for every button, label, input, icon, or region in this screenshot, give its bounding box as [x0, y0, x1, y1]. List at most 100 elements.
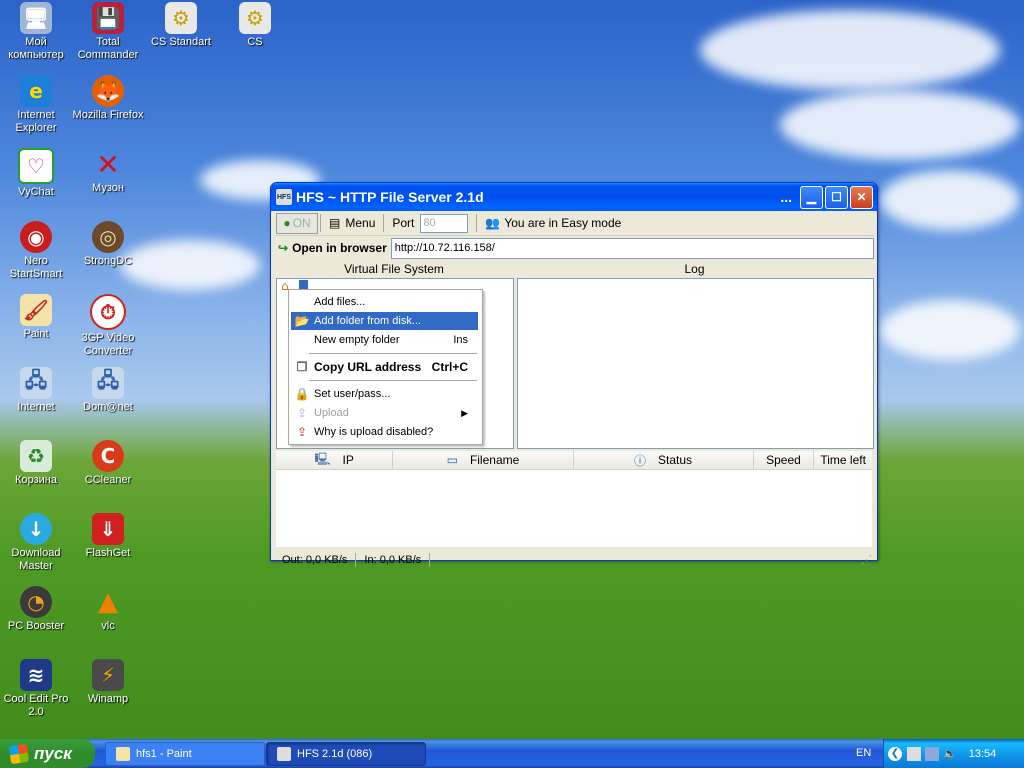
cool-edit-icon: ≋ [20, 659, 52, 691]
column-speed[interactable]: Speed [754, 451, 815, 469]
computer-icon: 🖳 [314, 451, 331, 466]
menu-separator [309, 353, 477, 354]
vfs-context-menu: Add files... 📂 Add folder from disk... N… [288, 289, 483, 445]
menu-item-add-files[interactable]: Add files... [291, 293, 478, 311]
desktop-icon-total-commander[interactable]: 💾 Total Commander [72, 2, 144, 62]
desktop-icon-winamp[interactable]: ⚡ Winamp [72, 659, 144, 706]
internet-explorer-icon: e [20, 75, 52, 107]
desktop-icon-label: Dom@net [83, 401, 133, 413]
open-in-browser-label: Open in browser [292, 241, 387, 255]
status-in: In: 0,0 KB/s [356, 552, 431, 567]
log-header: Log [684, 262, 705, 276]
menu-item-new-empty-folder[interactable]: New empty folder Ins [291, 331, 478, 349]
port-label: Port [392, 216, 415, 230]
task-paint[interactable]: hfs1 - Paint [105, 742, 265, 766]
desktop-icon-label: VyChat [18, 186, 54, 198]
root-node[interactable] [299, 280, 308, 289]
desktop-icon-my-computer[interactable]: 🖥 Мой компьютер [0, 2, 72, 62]
show-hidden-icons-icon[interactable]: ❮ [888, 746, 902, 761]
desktop-icon-cs[interactable]: ⚙ CS [219, 2, 291, 49]
column-ip[interactable]: 🖳 IP [276, 451, 394, 469]
hfs-tray-icon[interactable] [907, 746, 921, 761]
desktop-icon-3gp-converter[interactable]: ⏱ 3GP Video Converter [72, 294, 144, 358]
menu-item-label: Upload [314, 407, 349, 419]
menu-item-copy-url[interactable]: ❐ Copy URL address Ctrl+C [291, 358, 478, 376]
desktop-icon-recycle-bin[interactable]: ♻ Корзина [0, 440, 72, 487]
title-bar[interactable]: HFS HFS ~ HTTP File Server 2.1d ... ▁ ☐ … [271, 183, 877, 211]
desktop-icon-download-master[interactable]: ↓ Download Master [0, 513, 72, 573]
desktop-icon-vychat[interactable]: ♡ VyChat [0, 148, 72, 199]
on-label: ON [292, 216, 311, 230]
url-field[interactable]: http://10.72.116.158/ [390, 237, 874, 259]
resize-grip-icon[interactable]: ⋰ [861, 553, 872, 566]
port-input[interactable]: 80 [420, 213, 469, 233]
minimize-button[interactable]: ▁ [800, 185, 823, 209]
column-time-left-label: Time left [820, 453, 866, 467]
menu-item-set-user-pass[interactable]: 🔒 Set user/pass... [291, 385, 478, 403]
clock[interactable]: 13:54 [969, 748, 997, 760]
window-icon: ▭ [446, 453, 458, 467]
desktop-icon-internet[interactable]: 🖧 Internet [0, 367, 72, 414]
desktop-icon-cool-edit[interactable]: ≋ Cool Edit Pro 2.0 [0, 659, 72, 719]
menu-item-add-folder[interactable]: 📂 Add folder from disk... [291, 312, 478, 330]
column-time-left[interactable]: Time left [814, 451, 872, 469]
firefox-icon: 🦊 [92, 75, 124, 107]
desktop-icon-firefox[interactable]: 🦊 Mozilla Firefox [72, 75, 144, 122]
desktop-icon-label: Internet Explorer [15, 109, 57, 134]
port-group: Port 80 [386, 213, 474, 233]
folder-icon: 📂 [294, 314, 310, 328]
desktop-icon-vlc[interactable]: ▲ vlc [72, 586, 144, 633]
title-ellipsis: ... [780, 189, 792, 205]
desktop-icon-internet-explorer[interactable]: e Internet Explorer [0, 75, 72, 135]
maximize-icon: ☐ [831, 190, 842, 204]
desktop-icon-cs-standart[interactable]: ⚙ CS Standart [145, 2, 217, 49]
connections-header: 🖳 IP ▭ Filename ⓘ Status Speed Time left [276, 451, 872, 470]
submenu-arrow-icon: ▶ [461, 407, 468, 418]
menu-item-label: Set user/pass... [314, 388, 391, 400]
volume-tray-icon[interactable]: 🔈 [943, 747, 957, 760]
desktop-icon-pc-booster[interactable]: ◔ PC Booster [0, 586, 72, 633]
vlc-icon: ▲ [98, 587, 118, 617]
connections-list[interactable] [276, 470, 872, 547]
nero-icon: ◉ [20, 221, 52, 253]
maximize-button[interactable]: ☐ [825, 185, 848, 209]
windows-flag-icon [8, 743, 30, 764]
recycle-bin-icon: ♻ [20, 440, 52, 472]
desktop-icon-label: Internet [17, 401, 55, 413]
menu-icon: ▤ [329, 216, 341, 230]
mode-button[interactable]: 👥 You are in Easy mode [479, 213, 627, 233]
close-button[interactable]: ✕ [850, 185, 873, 209]
menu-item-why-upload-disabled[interactable]: ⇪ Why is upload disabled? [291, 423, 478, 441]
desktop-icon-label: Корзина [15, 474, 57, 486]
column-status[interactable]: ⓘ Status [574, 451, 754, 469]
column-filename[interactable]: ▭ Filename [393, 451, 574, 469]
desktop-icon-strongdc[interactable]: ◎ StrongDC [72, 221, 144, 268]
hfs-app-icon [277, 747, 291, 761]
desktop-icon-label: 3GP Video Converter [81, 332, 135, 357]
column-status-label: Status [658, 453, 693, 467]
menu-button[interactable]: ▤ Menu [323, 213, 381, 233]
desktop-icon-domnet[interactable]: 🖧 Dom@net [72, 367, 144, 414]
menu-item-label: New empty folder [314, 334, 400, 346]
desktop-icon-label: CS [247, 36, 263, 48]
desktop-icon-flashget[interactable]: ⇓ FlashGet [72, 513, 144, 560]
desktop-icon-label: vlc [101, 620, 115, 632]
desktop-icon-ccleaner[interactable]: C CCleaner [72, 440, 144, 487]
desktop-icon-muzon[interactable]: ✕ Музон [72, 148, 144, 195]
network-tray-icon[interactable] [925, 746, 939, 761]
language-indicator[interactable]: EN [856, 747, 871, 759]
menu-item-label: Add folder from disk... [314, 315, 421, 327]
paint-icon: 🖌 [20, 294, 52, 326]
desktop-icon-paint[interactable]: 🖌 Paint [0, 294, 72, 341]
menu-separator [309, 380, 477, 381]
task-hfs[interactable]: HFS 2.1d (086) [266, 742, 426, 766]
close-icon: ✕ [856, 190, 867, 204]
on-off-button[interactable]: ● ON [276, 212, 318, 234]
upload-icon: ⇪ [296, 406, 308, 420]
menu-item-shortcut: Ctrl+C [431, 360, 468, 374]
open-in-browser-button[interactable]: ↪ Open in browser [274, 238, 391, 258]
desktop-icon-nero[interactable]: ◉ Nero StartSmart [0, 221, 72, 281]
start-button[interactable]: пуск [0, 739, 95, 768]
log-panel[interactable] [517, 278, 874, 449]
start-label: пуск [34, 743, 72, 763]
